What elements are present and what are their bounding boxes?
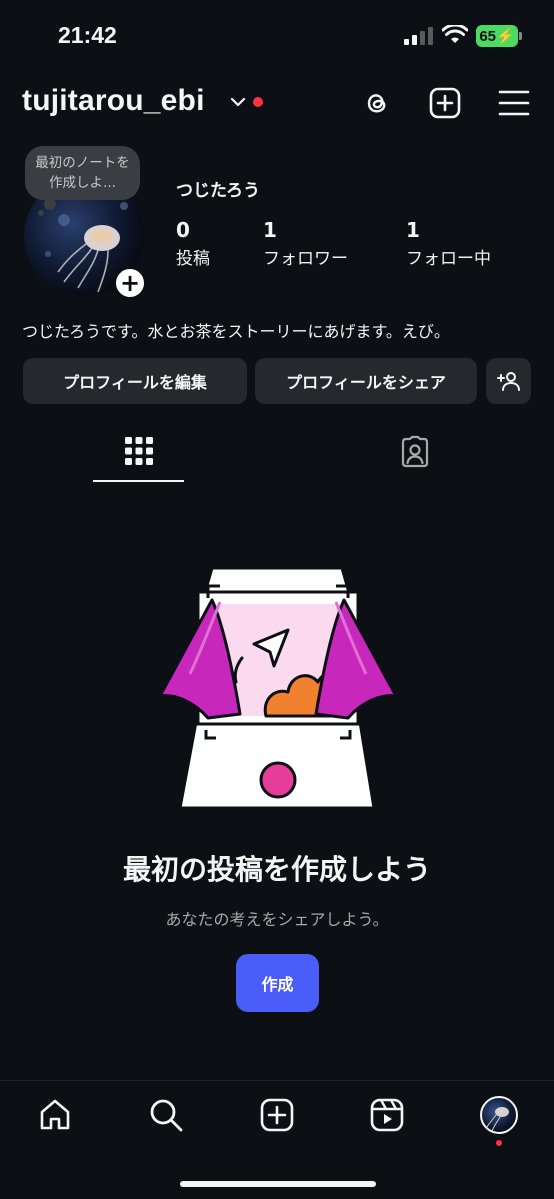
following-count[interactable]: 1 xyxy=(406,218,420,242)
bio-text: つじたろうです。水とお茶をストーリーにあげます。えび。 xyxy=(22,322,450,341)
add-person-icon xyxy=(496,372,520,391)
tagged-tab-icon[interactable] xyxy=(398,435,432,469)
camera-illustration xyxy=(158,566,398,810)
home-indicator xyxy=(180,1181,376,1187)
active-tab-indicator xyxy=(93,480,184,482)
home-icon[interactable] xyxy=(37,1097,73,1133)
empty-state-title: 最初の投稿を作成しよう xyxy=(122,853,431,886)
threads-icon[interactable] xyxy=(360,86,394,120)
new-post-icon[interactable] xyxy=(428,86,462,120)
chevron-down-icon[interactable] xyxy=(230,96,246,108)
profile-tab-avatar[interactable] xyxy=(480,1096,518,1134)
create-icon[interactable] xyxy=(259,1097,295,1133)
note-bubble-tail xyxy=(44,198,56,210)
following-label[interactable]: フォロー中 xyxy=(406,244,491,269)
battery-indicator: 65 ⚡ xyxy=(476,25,518,47)
edit-profile-button[interactable]: プロフィールを編集 xyxy=(23,358,247,404)
add-story-button[interactable]: + xyxy=(113,266,147,300)
username-switcher[interactable]: tujitarou_ebi xyxy=(22,84,205,118)
wifi-icon xyxy=(442,25,468,43)
create-post-button[interactable]: 作成 xyxy=(236,954,319,1012)
empty-state-subtitle: あなたの考えをシェアしよう。 xyxy=(165,910,389,929)
note-bubble-tail-small xyxy=(38,210,44,216)
discover-people-button[interactable] xyxy=(486,358,531,404)
battery-tip xyxy=(519,32,522,40)
reels-icon[interactable] xyxy=(369,1097,405,1133)
notification-dot xyxy=(253,97,263,107)
grid-tab-icon[interactable] xyxy=(124,436,154,466)
followers-count[interactable]: 1 xyxy=(263,218,277,242)
display-name: つじたろう xyxy=(176,181,260,201)
note-bubble[interactable]: 最初のノートを作成しよ... xyxy=(25,146,140,200)
cellular-signal-icon xyxy=(404,27,433,45)
profile-notification-dot xyxy=(496,1140,502,1146)
nav-divider xyxy=(0,1080,554,1081)
menu-icon[interactable] xyxy=(497,86,531,120)
followers-label[interactable]: フォロワー xyxy=(263,244,348,269)
status-time: 21:42 xyxy=(58,22,117,48)
search-icon[interactable] xyxy=(148,1097,184,1133)
posts-count: 0 xyxy=(176,218,190,242)
jellyfish-thumbnail xyxy=(485,1107,509,1132)
posts-label: 投稿 xyxy=(176,249,210,269)
share-profile-button[interactable]: プロフィールをシェア xyxy=(255,358,477,404)
